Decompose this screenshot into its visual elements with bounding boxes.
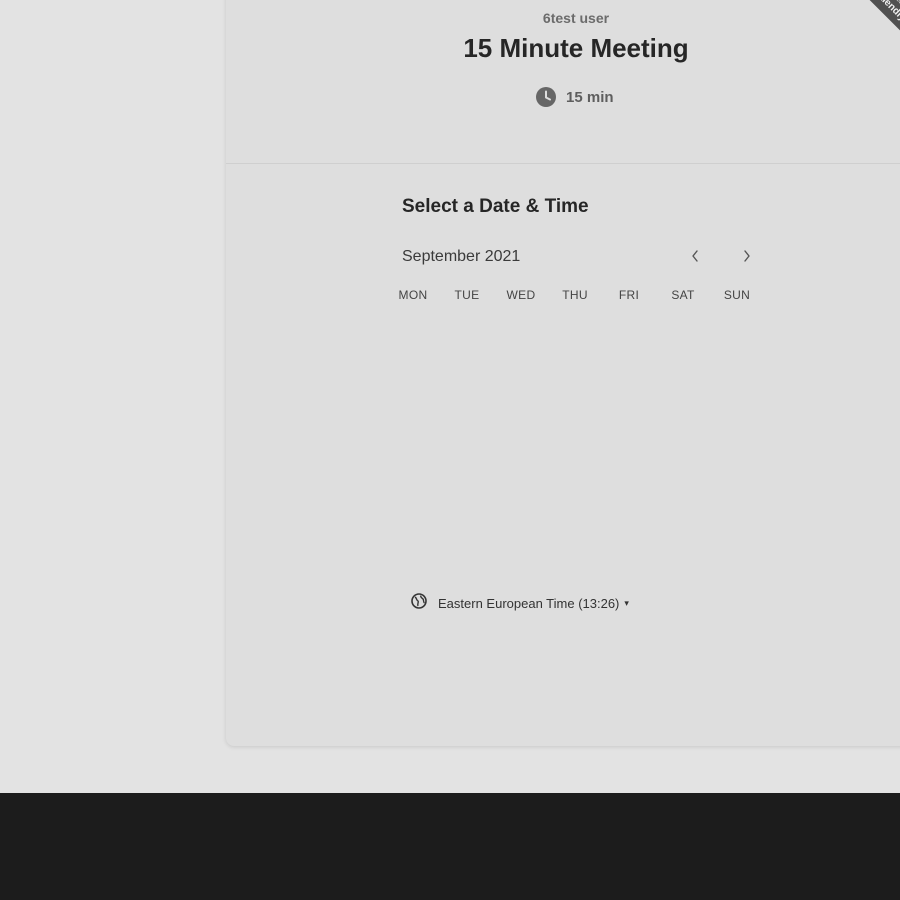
booking-page: 6test user 15 Minute Meeting 15 min powe…	[0, 0, 900, 900]
caret-down-icon: ▾	[624, 598, 629, 608]
chevron-right-icon	[742, 249, 752, 268]
clock-icon	[536, 87, 556, 107]
globe-icon	[411, 593, 427, 614]
month-label: September 2021	[402, 248, 521, 265]
booking-card: 6test user 15 Minute Meeting 15 min powe…	[226, 0, 900, 746]
timezone-selector[interactable]: Eastern European Time (13:26) ▾	[411, 593, 629, 614]
prev-month-button[interactable]	[683, 246, 707, 270]
weekday-wed: WED	[506, 288, 536, 302]
weekday-mon: MON	[398, 288, 428, 302]
duration-row: 15 min	[536, 87, 614, 107]
weekday-thu: THU	[562, 288, 588, 302]
next-month-button[interactable]	[735, 246, 759, 270]
organizer-name: 6test user	[542, 10, 610, 26]
weekday-fri: FRI	[618, 288, 640, 302]
footer-bar	[0, 793, 900, 900]
weekday-sun: SUN	[723, 288, 751, 302]
event-header: 6test user 15 Minute Meeting 15 min	[226, 0, 900, 164]
weekday-sat: SAT	[671, 288, 695, 302]
weekday-header: MON TUE WED THU FRI SAT SUN	[386, 288, 766, 302]
chevron-left-icon	[690, 249, 700, 268]
duration-text: 15 min	[566, 88, 614, 106]
weekday-tue: TUE	[454, 288, 480, 302]
timezone-label: Eastern European Time (13:26)	[438, 596, 620, 611]
section-title: Select a Date & Time	[402, 196, 589, 217]
event-title: 15 Minute Meeting	[463, 33, 689, 63]
